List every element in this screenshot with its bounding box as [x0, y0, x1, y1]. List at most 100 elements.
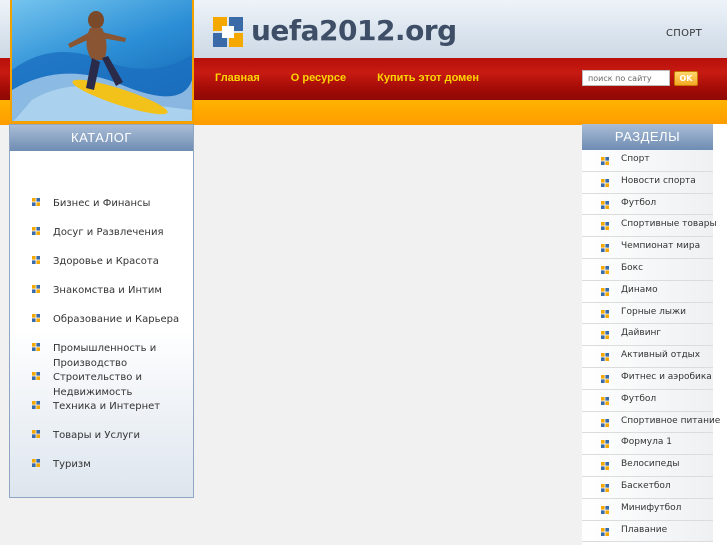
section-item[interactable]: Спортивное питание — [582, 411, 720, 434]
section-item-link[interactable]: Фитнес и аэробика — [621, 372, 712, 382]
section-item[interactable]: Активный отдых — [582, 346, 713, 368]
section-item-link[interactable]: Динамо — [621, 285, 658, 295]
catalog-item-link[interactable]: Бизнес и Финансы — [32, 197, 182, 212]
catalog-item[interactable]: Товары и Услуги — [32, 429, 182, 444]
bullet-squares-icon — [601, 309, 609, 318]
section-item-link[interactable]: Бокс — [621, 263, 643, 273]
section-item[interactable]: Чемпионат мира — [582, 237, 713, 259]
bullet-squares-icon — [601, 440, 609, 449]
section-item[interactable]: Дайвинг — [582, 324, 713, 347]
section-item-link[interactable]: Активный отдых — [621, 350, 700, 360]
catalog-item[interactable]: Туризм — [32, 458, 182, 473]
section-item[interactable]: Футбол — [582, 389, 713, 412]
bullet-squares-icon — [601, 505, 609, 514]
section-item-link[interactable]: Велосипеды — [621, 459, 680, 469]
bullet-squares-icon — [32, 227, 40, 235]
catalog-item-link[interactable]: Товары и Услуги — [32, 429, 182, 444]
section-item[interactable]: Горные лыжи — [582, 302, 713, 325]
section-item-link[interactable]: Минифутбол — [621, 503, 681, 513]
bullet-squares-icon — [601, 178, 609, 187]
section-item[interactable]: Велосипеды — [582, 455, 713, 477]
section-item-link[interactable]: Спорт — [621, 154, 650, 164]
catalog-item-link[interactable]: Промышленность и Производство — [32, 342, 182, 371]
section-item[interactable]: Спортивные товары — [582, 215, 717, 238]
sections-title: РАЗДЕЛЫ — [582, 124, 713, 150]
section-item-link[interactable]: Спортивные товары — [621, 219, 717, 229]
section-item[interactable]: Баскетбол — [582, 476, 713, 499]
catalog-item[interactable]: Промышленность и Производство — [32, 342, 182, 371]
bullet-squares-icon — [601, 265, 609, 274]
site-title[interactable]: uefa2012.org — [251, 14, 457, 47]
bullet-squares-icon — [601, 396, 609, 405]
bullet-squares-icon — [601, 353, 609, 362]
bullet-squares-icon — [32, 401, 40, 409]
bullet-squares-icon — [601, 462, 609, 471]
catalog-item[interactable]: Здоровье и Красота — [32, 255, 182, 270]
section-item[interactable]: Фитнес и аэробика — [582, 367, 713, 390]
sections-list: Спорт Новости спорта Футбол Спортивные т… — [582, 150, 720, 543]
nav-about-link[interactable]: О ресурсе — [291, 72, 346, 84]
nav-home-link[interactable]: Главная — [215, 72, 260, 84]
bullet-squares-icon — [32, 343, 40, 351]
section-item-link[interactable]: Плавание — [621, 525, 667, 535]
bullet-squares-icon — [32, 430, 40, 438]
section-item-link[interactable]: Формула 1 — [621, 437, 672, 447]
bullet-squares-icon — [32, 198, 40, 206]
bullet-squares-icon — [32, 372, 40, 380]
search-input[interactable] — [582, 70, 670, 86]
bullet-squares-icon — [32, 459, 40, 467]
catalog-item-link[interactable]: Досуг и Развлечения — [32, 226, 182, 241]
bullet-squares-icon — [601, 527, 609, 536]
catalog-item-link[interactable]: Строительство и Недвижимость — [32, 371, 182, 400]
section-item-link[interactable]: Футбол — [621, 198, 656, 208]
section-item-link[interactable]: Баскетбол — [621, 481, 671, 491]
header-surfer-photo — [10, 0, 194, 123]
section-item-link[interactable]: Дайвинг — [621, 328, 661, 338]
site-category: СПОРТ — [666, 28, 703, 39]
main-nav: Главная О ресурсе Купить этот домен — [215, 72, 479, 84]
catalog-item[interactable]: Строительство и Недвижимость — [32, 371, 182, 400]
catalog-item[interactable]: Знакомства и Интим — [32, 284, 182, 299]
bullet-squares-icon — [32, 256, 40, 264]
bullet-squares-icon — [601, 483, 609, 492]
bullet-squares-icon — [601, 331, 609, 340]
bullet-squares-icon — [601, 222, 609, 231]
section-item[interactable]: Динамо — [582, 280, 713, 303]
bullet-squares-icon — [601, 200, 609, 209]
section-item-link[interactable]: Спортивное питание — [621, 416, 720, 426]
section-item[interactable]: Футбол — [582, 193, 713, 216]
catalog-title: КАТАЛОГ — [10, 125, 193, 151]
search-ok-button[interactable]: OK — [674, 71, 698, 86]
catalog-item-link[interactable]: Туризм — [32, 458, 182, 473]
catalog-item-link[interactable]: Техника и Интернет — [32, 400, 182, 415]
catalog-item[interactable]: Техника и Интернет — [32, 400, 182, 415]
catalog-item-link[interactable]: Образование и Карьера — [32, 313, 182, 328]
bullet-squares-icon — [32, 314, 40, 322]
catalog-item[interactable]: Бизнес и Финансы — [32, 197, 182, 212]
bullet-squares-icon — [601, 157, 609, 165]
logo-squares-icon — [213, 17, 243, 47]
catalog-panel: КАТАЛОГ Бизнес и Финансы Досуг и Развлеч… — [9, 124, 194, 498]
catalog-item[interactable]: Досуг и Развлечения — [32, 226, 182, 241]
section-item-link[interactable]: Чемпионат мира — [621, 241, 700, 251]
sections-panel: РАЗДЕЛЫ Спорт Новости спорта Футбол Спор… — [582, 124, 727, 545]
bullet-squares-icon — [601, 244, 609, 253]
section-item[interactable]: Формула 1 — [582, 433, 713, 456]
section-item-link[interactable]: Горные лыжи — [621, 307, 686, 317]
catalog-item[interactable]: Образование и Карьера — [32, 313, 182, 328]
bullet-squares-icon — [601, 374, 609, 383]
nav-buy-domain-link[interactable]: Купить этот домен — [377, 72, 479, 84]
catalog-list: Бизнес и Финансы Досуг и Развлечения Здо… — [10, 151, 193, 491]
section-item-link[interactable]: Новости спорта — [621, 176, 696, 186]
section-item[interactable]: Спорт — [582, 150, 713, 172]
bullet-squares-icon — [601, 287, 609, 296]
section-item[interactable]: Минифутбол — [582, 498, 713, 521]
section-item[interactable]: Новости спорта — [582, 171, 713, 194]
catalog-item-link[interactable]: Знакомства и Интим — [32, 284, 182, 299]
bullet-squares-icon — [601, 418, 609, 427]
bullet-squares-icon — [32, 285, 40, 293]
section-item[interactable]: Плавание — [582, 520, 713, 543]
section-item[interactable]: Бокс — [582, 258, 713, 281]
section-item-link[interactable]: Футбол — [621, 394, 656, 404]
catalog-item-link[interactable]: Здоровье и Красота — [32, 255, 182, 270]
